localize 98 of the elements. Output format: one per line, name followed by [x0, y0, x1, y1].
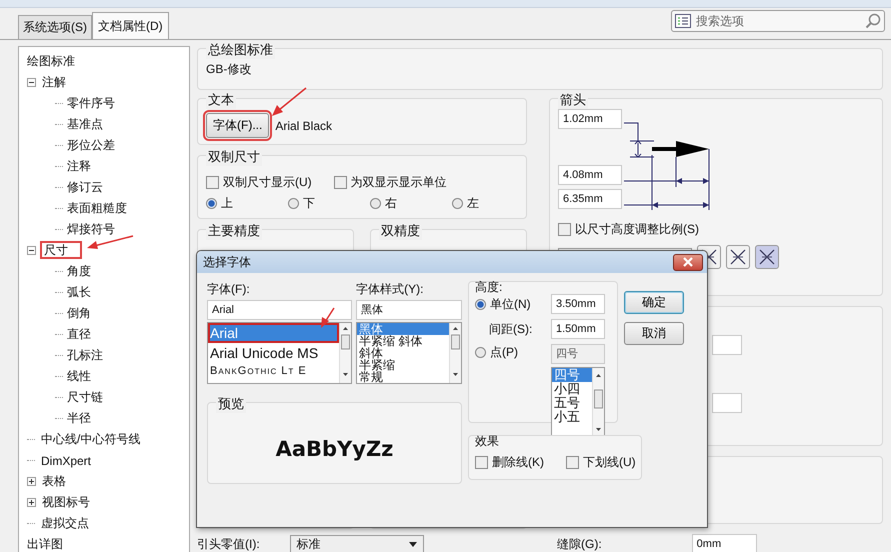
list-item[interactable]: 黑体	[357, 323, 449, 335]
group-title: 主要精度	[206, 222, 262, 240]
tree-item[interactable]: 修订云	[65, 178, 105, 197]
group-title: 高度:	[474, 279, 504, 296]
input-field[interactable]: 黑体	[356, 300, 462, 320]
group-title: 文本	[206, 91, 236, 109]
font-button[interactable]: 字体(F)...	[206, 113, 270, 138]
list-item[interactable]: 五号	[552, 396, 592, 410]
tree-item[interactable]: 形位公差	[65, 136, 117, 155]
input-field[interactable]: 3.50mm	[551, 294, 605, 314]
field-label: 字体样式(Y):	[356, 281, 424, 298]
caret-icon	[408, 542, 417, 546]
arrow-placement-button[interactable]	[755, 245, 779, 269]
tree-item[interactable]: 绘图标准	[25, 53, 77, 69]
tree-item[interactable]: 注解	[40, 74, 68, 90]
tree-item[interactable]: 出详图	[25, 536, 65, 552]
dialog-title: 选择字体	[203, 254, 251, 270]
list-item[interactable]: 四号	[552, 368, 592, 382]
tree-item[interactable]: DimXpert	[39, 452, 94, 468]
tree-item[interactable]: 角度	[65, 262, 93, 281]
tree-item[interactable]: 中心线/中心符号线	[39, 431, 142, 447]
tree-item[interactable]: 倒角	[65, 304, 93, 323]
cancel-button[interactable]: 取消	[624, 322, 684, 345]
radio-button[interactable]: 上	[206, 195, 288, 212]
search-field[interactable]: 搜索选项	[671, 10, 885, 32]
checkbox[interactable]: 下划线(U)	[566, 454, 636, 471]
input-field[interactable]: 4.08mm	[558, 165, 622, 185]
input-field[interactable]: 四号	[551, 344, 605, 364]
tree-item[interactable]: 视图标号	[40, 494, 92, 510]
list-item[interactable]: 小五	[552, 410, 592, 424]
tree-item[interactable]: 线性	[65, 367, 93, 386]
scrollbar[interactable]	[449, 323, 461, 383]
expander-icon[interactable]	[27, 246, 36, 255]
tab[interactable]: 系统选项(S)	[18, 15, 92, 39]
tree-item[interactable]: 孔标注	[65, 346, 105, 365]
close-icon	[682, 257, 694, 267]
close-button[interactable]	[673, 254, 703, 270]
field-label: 间距(S):	[488, 320, 534, 338]
field-label: 字体(F):	[207, 281, 251, 298]
annotation-arrow	[86, 234, 134, 250]
checkbox[interactable]: 双制尺寸显示(U)	[206, 174, 312, 191]
tree-item[interactable]: 注释	[65, 157, 93, 176]
tree-item[interactable]: 表面粗糙度	[65, 199, 129, 218]
radio-button[interactable]: 右	[370, 195, 452, 212]
tree-item[interactable]: 半径	[65, 409, 93, 428]
radio-button[interactable]: 点(P)	[475, 344, 545, 361]
expander-icon[interactable]	[27, 477, 36, 486]
tree-item[interactable]: 表格	[40, 473, 68, 489]
checkbox[interactable]: 为双显示显示单位	[334, 174, 447, 191]
input-field[interactable]: Arial	[207, 300, 352, 320]
scrollbar[interactable]	[339, 323, 352, 383]
list-item[interactable]: Arial	[208, 323, 340, 343]
input-field[interactable]: 6.35mm	[558, 189, 622, 209]
expander-icon[interactable]	[27, 498, 36, 507]
radio-button[interactable]: 下	[288, 195, 370, 212]
tab[interactable]: 文档属性(D)	[92, 12, 169, 39]
input-field[interactable]: 1.50mm	[551, 319, 605, 339]
list-item[interactable]: Arial Unicode MS	[208, 343, 340, 363]
font-name: Arial Black	[275, 118, 332, 132]
radio-button[interactable]: 单位(N)	[475, 296, 545, 312]
tree-item[interactable]: 直径	[65, 325, 93, 344]
list-item[interactable]: 半紧缩 斜体	[357, 335, 449, 347]
group-title: 预览	[216, 395, 246, 413]
input-field[interactable]: 1.02mm	[558, 109, 622, 129]
standard-value: GB-修改	[206, 61, 252, 78]
list-item[interactable]: 半紧缩	[357, 359, 449, 371]
group-title: 箭头	[558, 91, 588, 109]
input-field[interactable]: 0mm	[692, 534, 757, 552]
list-item[interactable]: 常规	[357, 371, 449, 383]
preview-text: AaBbYyZz	[276, 437, 394, 461]
annotation-arrow	[319, 307, 336, 329]
search-icon	[865, 13, 881, 29]
list-item[interactable]: 斜体	[357, 347, 449, 359]
field-label: 引头零值(I):	[197, 536, 260, 552]
group-title: 效果	[474, 433, 500, 450]
tree-item[interactable]: 尺寸	[40, 241, 82, 259]
list-item[interactable]: 小四	[552, 382, 592, 396]
input-field[interactable]	[712, 393, 742, 413]
expander-icon[interactable]	[27, 78, 36, 87]
tree-item[interactable]: 焊接符号	[65, 220, 117, 239]
group-title: 总绘图标准	[206, 41, 275, 59]
leading-zeros-dropdown[interactable]: 标准	[290, 535, 424, 552]
ok-button[interactable]: 确定	[624, 291, 684, 314]
list-item[interactable]: BankGothic Lt E	[208, 363, 340, 379]
radio-button[interactable]: 左	[452, 195, 534, 212]
tree-item[interactable]: 基准点	[65, 115, 105, 134]
tree-item[interactable]: 零件序号	[65, 94, 117, 113]
checkbox[interactable]: 以尺寸高度调整比例(S)	[558, 221, 699, 238]
tree-item[interactable]: 尺寸链	[65, 388, 105, 407]
field-label: 缝隙(G):	[557, 536, 602, 552]
annotation-arrow	[271, 87, 308, 117]
group-title: 双精度	[379, 222, 422, 240]
tree-item[interactable]: 弧长	[65, 283, 93, 302]
arrow-placement-button[interactable]	[726, 245, 750, 269]
group-title: 双制尺寸	[206, 148, 262, 166]
checkbox[interactable]: 删除线(K)	[475, 454, 544, 471]
input-field[interactable]	[712, 335, 742, 355]
tree-item[interactable]: 虚拟交点	[39, 515, 91, 531]
